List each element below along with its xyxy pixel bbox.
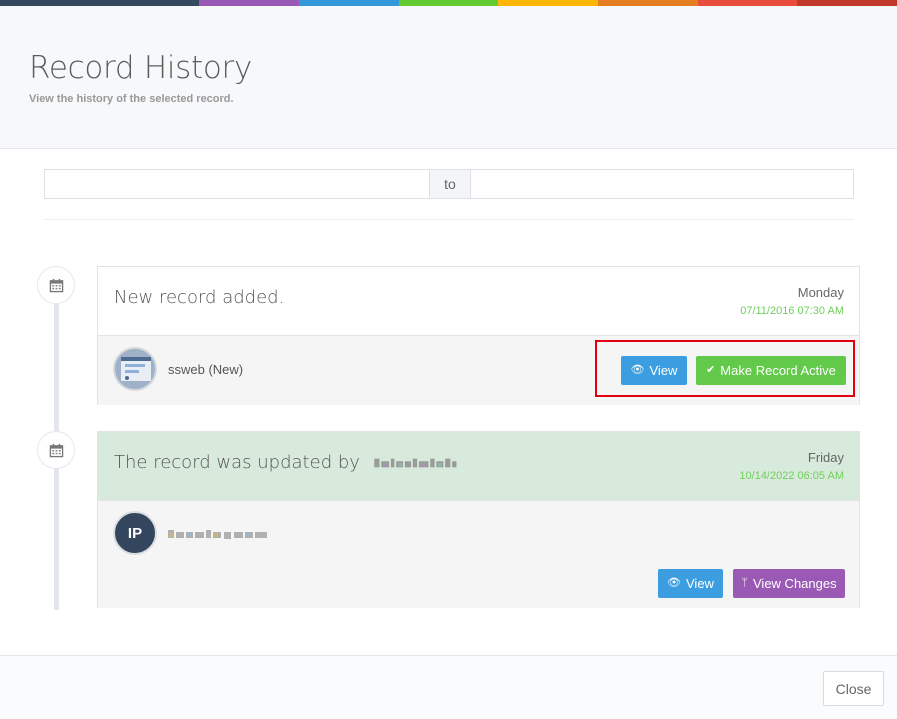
redacted-username (168, 529, 267, 539)
timeline-entry: The record was updated by Friday 10/14/2… (97, 431, 860, 608)
entry-day: Monday (797, 285, 844, 300)
modal-header: Record History View the history of the s… (0, 6, 897, 149)
highlight-box (595, 340, 855, 397)
entry-day: Friday (807, 450, 844, 465)
date-range-filter: to (44, 169, 854, 199)
entry-header: The record was updated by Friday 10/14/2… (98, 432, 859, 501)
date-from-input[interactable] (44, 169, 430, 199)
entry-timestamp: 10/14/2022 06:05 AM (739, 470, 844, 482)
entry-message: New record added. (114, 287, 285, 308)
user-name (168, 525, 272, 541)
page-title: Record History (29, 50, 253, 86)
eye-icon: 👁 (667, 577, 681, 589)
redacted-username (373, 458, 457, 468)
view-changes-label: View Changes (753, 576, 837, 591)
entry-body: IP 👁 View ᛘ View Changes (98, 501, 859, 608)
code-fork-icon: ᛘ (741, 577, 748, 589)
divider (44, 219, 854, 220)
modal-footer: Close (0, 655, 897, 719)
entry-timestamp: 07/11/2016 07:30 AM (740, 305, 844, 317)
view-button[interactable]: 👁 View (658, 569, 723, 598)
entry-header: New record added. Monday 07/11/2016 07:3… (98, 267, 859, 336)
view-button-label: View (686, 576, 714, 591)
calendar-icon (37, 431, 75, 469)
view-changes-button[interactable]: ᛘ View Changes (733, 569, 845, 598)
date-range-separator: to (430, 169, 470, 199)
entry-message-text: The record was updated by (114, 452, 360, 473)
calendar-icon (37, 266, 75, 304)
user-name: ssweb (New) (168, 362, 244, 377)
close-button[interactable]: Close (823, 671, 884, 706)
date-to-input[interactable] (470, 169, 854, 199)
entry-message: The record was updated by (114, 452, 470, 473)
avatar (113, 347, 157, 391)
page-subtitle: View the history of the selected record. (29, 93, 234, 105)
avatar: IP (113, 511, 157, 555)
